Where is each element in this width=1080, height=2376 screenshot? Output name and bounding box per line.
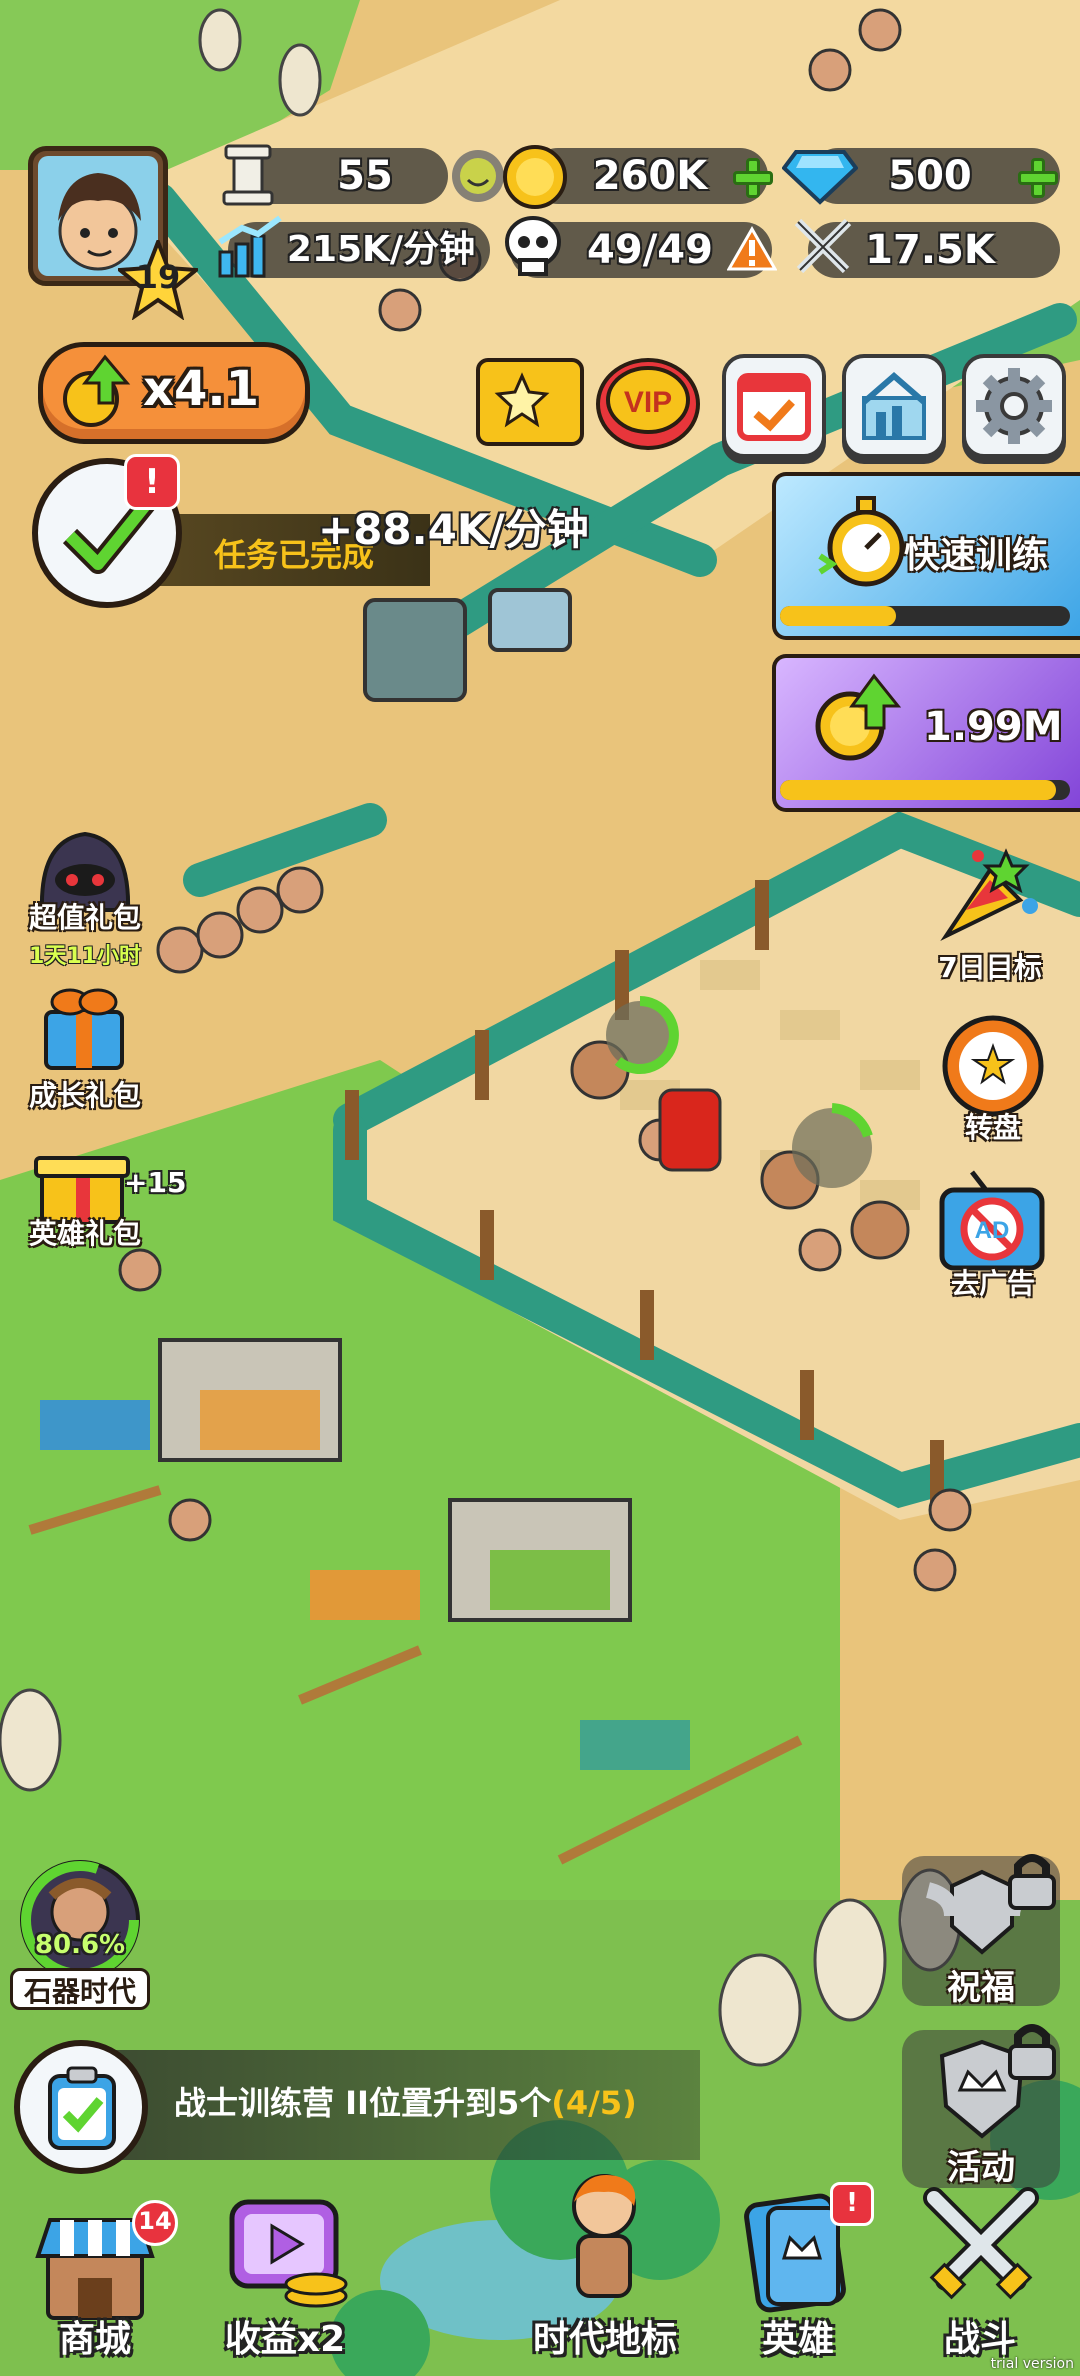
growth-pack-label: 成长礼包 <box>28 1079 141 1112</box>
add-gold-button[interactable] <box>733 158 773 198</box>
video-coins-icon <box>229 2199 348 2308</box>
shop-badge: 14 <box>132 2200 178 2246</box>
calendar-icon <box>737 373 811 441</box>
multiplier-value: x4.1 <box>143 361 259 417</box>
income-multiplier-button[interactable]: x4.1 <box>38 342 310 444</box>
warning-icon[interactable] <box>727 226 777 272</box>
nav-heroes-button[interactable]: ! 英雄 <box>728 2182 874 2376</box>
seven-day-goal-label: 7日目标 <box>938 951 1042 984</box>
value-pack-label: 超值礼包 <box>28 901 141 934</box>
nav-double-income-button[interactable]: 收益x2 <box>200 2199 370 2376</box>
level-star-badge: 19 <box>114 236 202 321</box>
calendar-button[interactable] <box>722 354 826 458</box>
lucky-wheel-label: 转盘 <box>964 1111 1021 1144</box>
quest-progress: (4/5) <box>551 2084 637 2122</box>
nav-battle-label: 战斗 <box>943 2319 1016 2360</box>
nav-heroes-label: 英雄 <box>761 2319 834 2360</box>
activity-button[interactable]: 活动 <box>902 2024 1060 2188</box>
crossed-swords-icon <box>794 218 852 274</box>
blessing-label: 祝福 <box>947 1968 1015 2008</box>
settings-button[interactable] <box>962 354 1066 458</box>
hero-pack-count: +15 <box>124 1166 187 1199</box>
floating-income-text: +88.4K/分钟 <box>318 505 589 554</box>
income-rate: 215K/分钟 <box>286 229 476 270</box>
coin-up-arrow-icon <box>63 354 131 427</box>
ticket-star-icon <box>494 372 550 428</box>
era-progress-percent: 80.6% <box>34 1930 126 1960</box>
gold-coin-icon <box>503 145 567 209</box>
nav-double-income-label: 收益x2 <box>224 2319 346 2360</box>
fast-training-progress-track <box>780 606 1070 626</box>
vip-button[interactable]: VIP <box>590 344 706 452</box>
smile-face-icon <box>452 150 504 202</box>
watermark: trial version <box>990 2356 1074 2372</box>
quest-text: 战士训练营 II位置升到5个 <box>174 2084 552 2122</box>
game-scene: 19 55 260K 500 215K/分钟 49/49 17.5K x4.1 … <box>0 0 1080 2376</box>
party-horn-icon <box>940 848 1038 942</box>
remove-ads-label: 去广告 <box>950 1267 1035 1300</box>
remove-ads-button[interactable]: AD 去广告 <box>928 1166 1058 1316</box>
nav-era-landmark-button[interactable]: 时代地标 <box>520 2174 690 2376</box>
svg-text:VIP: VIP <box>624 386 672 419</box>
pass-ticket-button[interactable] <box>476 358 584 446</box>
task-alert-badge: ! <box>124 454 180 510</box>
rankings-button[interactable] <box>842 354 946 458</box>
wheel-icon <box>942 1015 1044 1117</box>
power-value: 17.5K <box>865 227 995 273</box>
hero-pack-label: 英雄礼包 <box>28 1217 141 1250</box>
clipboard-check-icon <box>48 2066 116 2150</box>
value-pack-button[interactable]: 超值礼包 1天11小时 <box>20 820 150 970</box>
nav-shop-button[interactable]: 14 商城 <box>20 2200 178 2376</box>
lucky-wheel-button[interactable]: 转盘 <box>928 1010 1058 1160</box>
crossed-swords-icon <box>923 2187 1039 2300</box>
add-gems-button[interactable] <box>1018 158 1058 198</box>
diamond-icon <box>782 150 858 205</box>
player-level: 19 <box>135 258 181 296</box>
heroes-badge: ! <box>830 2182 874 2226</box>
fast-training-progress-fill <box>780 606 896 626</box>
stopwatch-icon <box>818 496 905 587</box>
svg-text:AD: AD <box>975 1217 1010 1244</box>
building-chart-icon <box>862 372 926 440</box>
nav-battle-button[interactable]: 战斗 <box>900 2187 1060 2376</box>
caveman-hero-icon <box>572 2174 636 2298</box>
pillar-icon <box>222 144 274 206</box>
vip-crown-icon: VIP <box>596 358 700 450</box>
lock-icon <box>1008 2024 1056 2080</box>
era-progress-button[interactable]: 80.6% 石器时代 <box>10 1850 150 2020</box>
blessing-button[interactable]: 祝福 <box>902 1854 1060 2008</box>
coin-boost-amount: 1.99M <box>924 704 1063 750</box>
fast-training-label: 快速训练 <box>904 535 1049 576</box>
coin-boost-icon <box>815 673 902 761</box>
coin-boost-progress-track <box>780 780 1070 800</box>
no-ads-tv-icon: AD <box>939 1170 1045 1271</box>
population-count: 55 <box>337 153 393 199</box>
value-pack-timer: 1天11小时 <box>29 944 141 969</box>
nav-era-landmark-label: 时代地标 <box>532 2319 677 2360</box>
nav-shop-label: 商城 <box>58 2319 131 2360</box>
skull-icon <box>505 216 561 276</box>
seven-day-goal-button[interactable]: 7日目标 <box>920 840 1060 990</box>
growth-pack-button[interactable]: 成长礼包 <box>20 976 150 1112</box>
gift-box-icon <box>44 988 124 1070</box>
gold-amount: 260K <box>592 153 708 199</box>
coin-boost-progress-fill <box>780 780 1056 800</box>
fast-training-panel[interactable]: 快速训练 <box>772 472 1080 640</box>
coin-boost-panel[interactable]: 1.99M <box>772 654 1080 812</box>
troop-count: 49/49 <box>587 227 713 273</box>
era-name: 石器时代 <box>10 1968 150 2010</box>
gem-amount: 500 <box>888 153 972 199</box>
lock-icon <box>1008 1854 1056 1910</box>
quest-clipboard-button[interactable] <box>14 2040 148 2174</box>
hero-pack-button[interactable]: +15 英雄礼包 <box>20 1132 186 1262</box>
gear-icon <box>976 368 1052 444</box>
